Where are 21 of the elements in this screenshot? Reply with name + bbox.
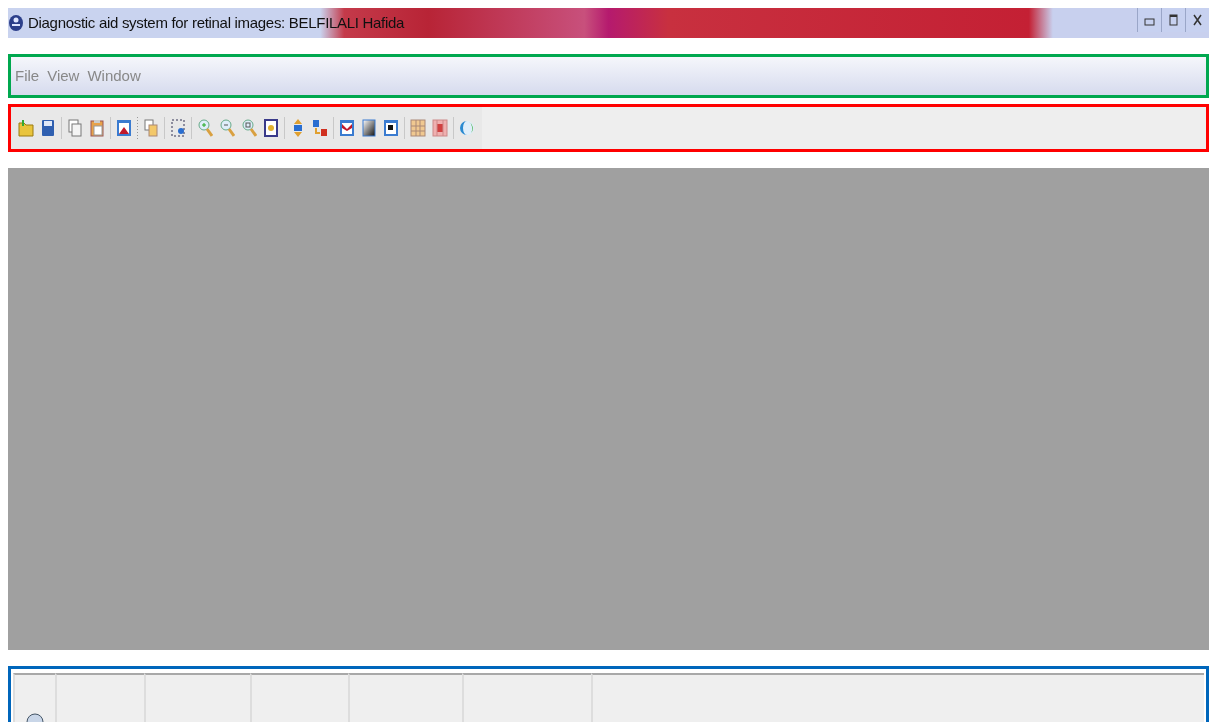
app-icon <box>8 14 24 32</box>
pages-button[interactable] <box>142 117 160 139</box>
copy-button[interactable] <box>66 117 84 139</box>
grid-button[interactable] <box>431 117 449 139</box>
window-button[interactable] <box>338 117 356 139</box>
grid-button[interactable] <box>409 117 427 139</box>
clipboard-button[interactable] <box>88 117 106 139</box>
save-button[interactable] <box>39 117 57 139</box>
menu-item[interactable]: File <box>11 64 44 88</box>
menu-item[interactable]: Window <box>83 64 145 88</box>
window-button[interactable] <box>382 117 400 139</box>
close-icon <box>1190 13 1205 27</box>
fit-frame-button[interactable] <box>262 117 280 139</box>
folder-button[interactable] <box>17 117 35 139</box>
swap-button[interactable] <box>311 117 329 139</box>
gradient-button[interactable] <box>360 117 378 139</box>
selection-button[interactable] <box>169 117 187 139</box>
menu-item[interactable]: View <box>43 64 84 88</box>
status-icon <box>25 712 45 722</box>
maximize-icon <box>1166 13 1181 27</box>
image-button[interactable] <box>115 117 133 139</box>
